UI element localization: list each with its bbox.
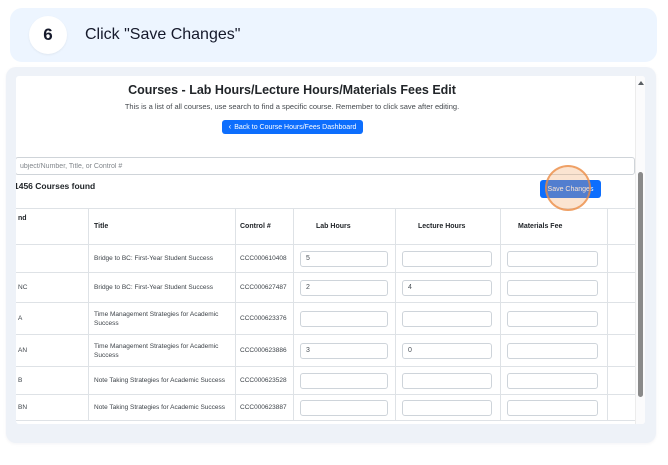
lecture-hours-input[interactable] [402, 342, 492, 359]
table-row: B Note Taking Strategies for Academic Su… [16, 366, 635, 394]
header-materials-fee: Materials Fee [518, 223, 563, 230]
step-title: Click "Save Changes" [85, 26, 241, 43]
cell-title: Note Taking Strategies for Academic Succ… [94, 404, 226, 411]
materials-fee-input[interactable] [507, 250, 598, 267]
partial-next-row [16, 420, 635, 424]
header-title: Title [94, 223, 109, 230]
step-number-badge: 6 [29, 16, 67, 54]
step-banner: 6 Click "Save Changes" [10, 8, 657, 62]
step-number: 6 [43, 25, 53, 44]
lab-hours-input[interactable] [300, 310, 388, 327]
cell-control: CCC000623528 [240, 377, 287, 384]
materials-fee-input[interactable] [507, 399, 598, 416]
lab-hours-input[interactable] [300, 250, 388, 267]
chevron-left-icon: ‹ [228, 122, 232, 131]
lecture-hours-input[interactable] [402, 399, 492, 416]
courses-table: nd Title Control # Lab Hours Lecture Hou… [16, 208, 635, 424]
cell-control: CCC000627487 [240, 284, 287, 291]
materials-fee-input[interactable] [507, 372, 598, 389]
results-count: 1456 Courses found [16, 181, 96, 191]
table-row: NC Bridge to BC: First-Year Student Succ… [16, 272, 635, 302]
cell-control: CCC000610408 [240, 255, 287, 262]
embedded-screenshot: Courses - Lab Hours/Lecture Hours/Materi… [16, 76, 645, 424]
cell-title: Bridge to BC: First-Year Student Success [94, 284, 213, 291]
save-changes-button[interactable]: Save Changes [540, 180, 601, 198]
cell-subject: AN [18, 347, 28, 354]
lab-hours-input[interactable] [300, 372, 388, 389]
scroll-up-icon[interactable] [638, 81, 644, 85]
lecture-hours-input[interactable] [402, 310, 492, 327]
table-row: BN Note Taking Strategies for Academic S… [16, 394, 635, 420]
lecture-hours-input[interactable] [402, 279, 492, 296]
search-input[interactable] [16, 157, 635, 175]
cell-subject: B [18, 377, 23, 384]
back-to-dashboard-button[interactable]: ‹ Back to Course Hours/Fees Dashboard [222, 120, 363, 134]
header-lecture-hours: Lecture Hours [418, 223, 466, 230]
header-subject: nd [18, 215, 27, 222]
cell-title: Time Management Strategies for Academic … [94, 342, 219, 359]
page-title: Courses - Lab Hours/Lecture Hours/Materi… [128, 83, 456, 97]
cell-control: CCC000623887 [240, 404, 287, 411]
page-subtitle: This is a list of all courses, use searc… [124, 102, 460, 111]
materials-fee-input[interactable] [507, 310, 598, 327]
step-guide-page: 6 Click "Save Changes" Courses - Lab Hou… [0, 0, 668, 465]
screenshot-frame: Courses - Lab Hours/Lecture Hours/Materi… [6, 67, 656, 443]
cell-title: Bridge to BC: First-Year Student Success [94, 255, 213, 262]
cell-control: CCC000623886 [240, 347, 287, 354]
header-lab-hours: Lab Hours [316, 223, 351, 230]
cell-title: Time Management Strategies for Academic … [94, 310, 219, 327]
cell-control: CCC000623376 [240, 315, 287, 322]
lab-hours-input[interactable] [300, 279, 388, 296]
table-row: AN Time Management Strategies for Academ… [16, 334, 635, 366]
lab-hours-input[interactable] [300, 342, 388, 359]
cell-subject: BN [18, 404, 28, 411]
table-row: Bridge to BC: First-Year Student Success… [16, 244, 635, 272]
cell-title: Note Taking Strategies for Academic Succ… [94, 377, 226, 384]
cell-subject: NC [18, 284, 28, 291]
lecture-hours-input[interactable] [402, 250, 492, 267]
materials-fee-input[interactable] [507, 279, 598, 296]
table-header-row: nd Title Control # Lab Hours Lecture Hou… [16, 208, 635, 244]
lab-hours-input[interactable] [300, 399, 388, 416]
lecture-hours-input[interactable] [402, 372, 492, 389]
screenshot-scrollbar[interactable] [635, 76, 645, 424]
scrollbar-thumb[interactable] [638, 172, 643, 397]
materials-fee-input[interactable] [507, 342, 598, 359]
header-control: Control # [240, 223, 271, 230]
cell-subject: A [18, 315, 23, 322]
table-row: A Time Management Strategies for Academi… [16, 302, 635, 334]
back-button-label: Back to Course Hours/Fees Dashboard [234, 123, 357, 131]
